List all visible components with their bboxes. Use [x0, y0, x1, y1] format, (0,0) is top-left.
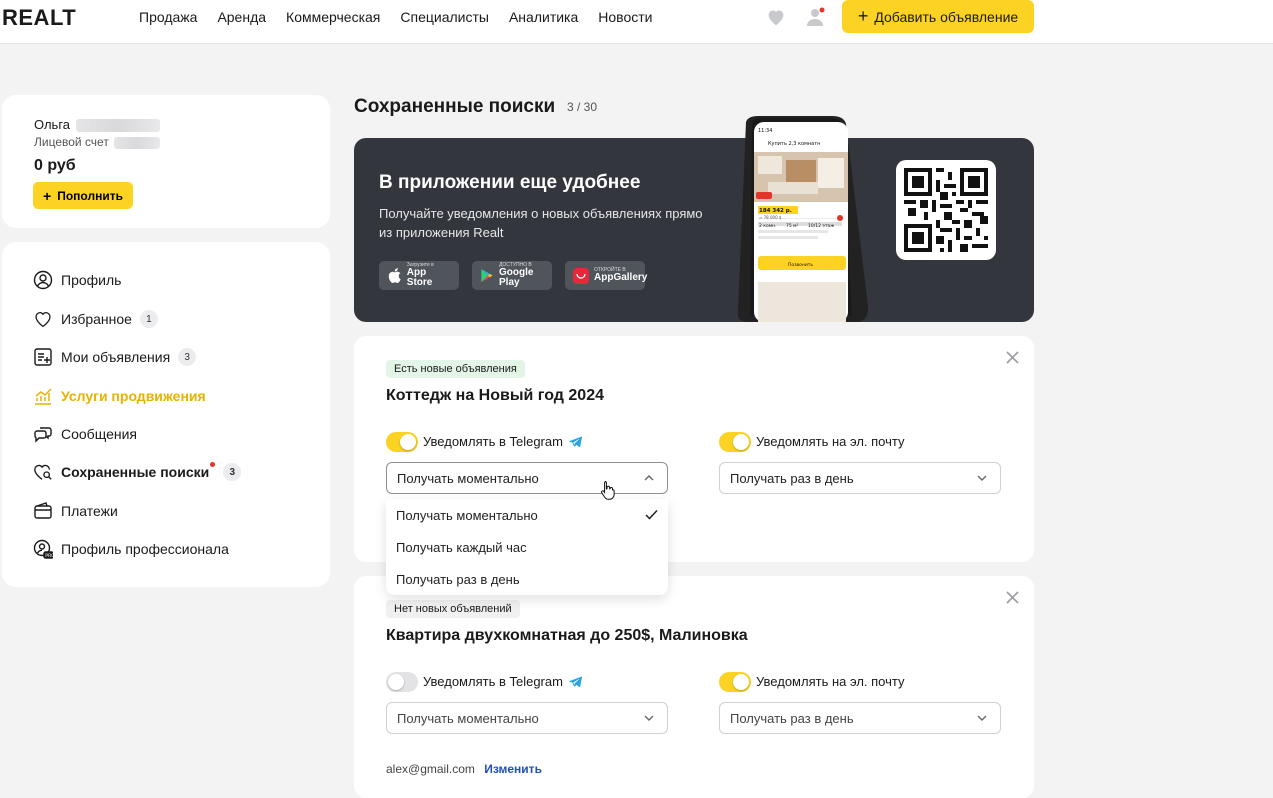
my-listings-count-badge: 3: [178, 348, 197, 366]
telegram-icon: [569, 436, 582, 447]
hand-cursor-icon: [600, 481, 615, 500]
user-icon[interactable]: [806, 7, 826, 27]
pro-user-icon: PRO: [32, 538, 54, 560]
nav-sale[interactable]: Продажа: [139, 9, 197, 25]
phone-price-sub: ≈ 78 000 $: [759, 215, 782, 220]
chevron-down-icon: [644, 715, 654, 721]
telegram-frequency-select[interactable]: Получать моментально: [386, 462, 668, 494]
topup-button[interactable]: + Пополнить: [33, 182, 133, 209]
add-listing-label: Добавить объявление: [874, 8, 1019, 25]
phone-call-button: Позвонить: [788, 262, 813, 268]
sidebar-item-profile[interactable]: Профиль: [32, 268, 121, 292]
plus-icon: +: [857, 6, 869, 26]
nav-commercial[interactable]: Коммерческая: [286, 9, 380, 25]
chevron-up-icon: [644, 475, 654, 481]
email-toggle-label: Уведомлять на эл. почту: [756, 674, 905, 689]
app-gallery-button[interactable]: ОТКРОЙТЕ В AppGallery: [565, 261, 647, 290]
sidebar-item-my-listings[interactable]: Мои объявления 3: [32, 345, 197, 369]
main-nav: Продажа Аренда Коммерческая Специалисты …: [139, 9, 672, 25]
apple-icon: [387, 268, 402, 284]
phone-price: 184 342 р.: [759, 208, 792, 214]
sidebar-item-saved-searches[interactable]: Сохраненные поиски 3: [32, 460, 242, 484]
status-badge: Нет новых объявлений: [386, 600, 520, 618]
email-frequency-select[interactable]: Получать раз в день: [719, 462, 1001, 494]
saved-searches-count: 3 / 30: [567, 100, 598, 114]
telegram-frequency-select[interactable]: Получать моментально: [386, 702, 668, 734]
top-header: REALT Продажа Аренда Коммерческая Специа…: [0, 0, 1273, 44]
frequency-dropdown-menu: Получать моментально Получать каждый час…: [386, 499, 668, 595]
wallet-icon: [32, 500, 54, 522]
nav-rent[interactable]: Аренда: [217, 9, 266, 25]
phone-mockup-illustration: 11:34 Купить 2,3 комнатн 184 342 р. ≈ 78…: [737, 116, 869, 322]
user-circle-icon: [32, 269, 54, 291]
google-play-icon: [480, 268, 494, 284]
sidebar-item-payments[interactable]: Платежи: [32, 499, 118, 523]
close-icon[interactable]: [1004, 349, 1020, 365]
qr-code: [896, 160, 996, 260]
app-store-button[interactable]: Загрузите в App Store: [379, 261, 459, 290]
email-row: alex@gmail.com Изменить: [386, 762, 542, 776]
telegram-icon: [569, 676, 582, 687]
sidebar-menu: Профиль Избранное 1 Мои объявления 3 Усл…: [2, 242, 330, 587]
svg-text:PRO: PRO: [45, 553, 53, 559]
chart-icon: [32, 385, 54, 407]
saved-search-card: Нет новых объявлений Квартира двухкомнат…: [354, 576, 1034, 798]
sidebar-item-promotion[interactable]: Услуги продвижения: [32, 384, 206, 408]
email-toggle[interactable]: [719, 432, 751, 452]
app-promo-banner: В приложении еще удобнее Получайте уведо…: [354, 116, 1034, 322]
email-toggle-label: Уведомлять на эл. почту: [756, 434, 905, 449]
nav-analytics[interactable]: Аналитика: [509, 9, 578, 25]
phone-time: 11:34: [758, 128, 772, 134]
telegram-toggle[interactable]: [386, 432, 418, 452]
sidebar-item-favorites[interactable]: Избранное 1: [32, 307, 158, 331]
change-email-link[interactable]: Изменить: [484, 762, 542, 776]
phone-area: 75 м²: [786, 223, 799, 229]
banner-text: Получайте уведомления о новых объявления…: [379, 206, 703, 240]
dropdown-option[interactable]: Получать раз в день: [396, 572, 520, 587]
saved-search-title: Коттедж на Новый год 2024: [386, 387, 604, 404]
page-title: Сохраненные поиски: [354, 96, 556, 117]
heart-icon: [32, 308, 54, 330]
plus-icon: +: [43, 187, 52, 204]
add-listing-button[interactable]: + Добавить объявление: [842, 0, 1034, 33]
chevron-down-icon: [977, 475, 987, 481]
chevron-down-icon: [977, 715, 987, 721]
email-frequency-select[interactable]: Получать раз в день: [719, 702, 1001, 734]
balance-value: 0 руб: [34, 157, 76, 174]
status-badge: Есть новые объявления: [386, 360, 525, 378]
phone-floor: 10/12 этаж: [808, 223, 834, 229]
telegram-toggle-label: Уведомлять в Telegram: [423, 674, 582, 689]
blurred-surname: [75, 119, 160, 133]
saved-search-title: Квартира двухкомнатная до 250$, Малиновк…: [386, 627, 748, 644]
heart-icon[interactable]: [766, 7, 786, 27]
sidebar-item-pro-profile[interactable]: PRO Профиль профессионала: [32, 537, 229, 561]
nav-news[interactable]: Новости: [598, 9, 652, 25]
phone-rooms: 2 комн.: [759, 223, 777, 229]
heart-search-icon: [32, 461, 54, 483]
user-name: Ольга: [34, 117, 160, 133]
telegram-toggle[interactable]: [386, 672, 418, 692]
phone-header: Купить 2,3 комнатн: [768, 141, 820, 147]
close-icon[interactable]: [1004, 589, 1020, 605]
new-indicator-dot: [210, 462, 216, 467]
list-add-icon: [32, 346, 54, 368]
google-play-button[interactable]: ДОСТУПНО В Google Play: [472, 261, 552, 290]
telegram-toggle-label: Уведомлять в Telegram: [423, 434, 582, 449]
notification-email: alex@gmail.com: [386, 762, 475, 776]
nav-specialists[interactable]: Специалисты: [400, 9, 489, 25]
email-toggle[interactable]: [719, 672, 751, 692]
blurred-account-number: [114, 136, 161, 149]
chat-icon: [32, 423, 54, 445]
dropdown-option[interactable]: Получать моментально: [396, 508, 538, 523]
saved-searches-count-badge: 3: [223, 463, 242, 481]
sidebar-item-messages[interactable]: Сообщения: [32, 422, 137, 446]
checkmark-icon: [645, 509, 658, 520]
user-panel: Ольга Лицевой счет 0 руб + Пополнить: [2, 95, 330, 228]
realt-logo[interactable]: REALT: [2, 5, 76, 31]
favorites-count-badge: 1: [139, 310, 158, 328]
account-label: Лицевой счет: [34, 135, 161, 149]
huawei-icon: [573, 267, 589, 284]
banner-title: В приложении еще удобнее: [379, 172, 641, 193]
dropdown-option[interactable]: Получать каждый час: [396, 540, 527, 555]
